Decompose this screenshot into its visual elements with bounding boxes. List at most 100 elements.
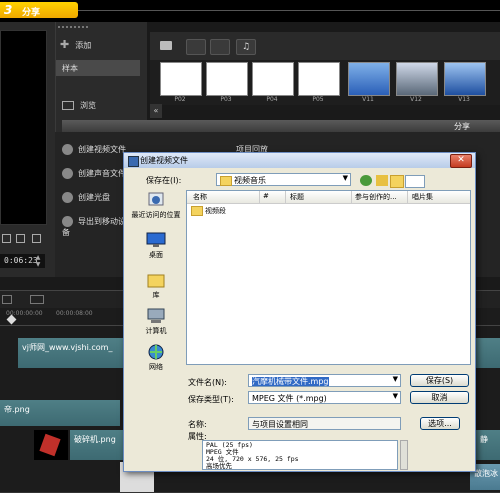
create-video-file-option[interactable]: 创建视频文件 xyxy=(62,144,132,158)
filetype-value: MPEG 文件 (*.mpg) xyxy=(252,394,327,403)
grip-handle[interactable] xyxy=(58,26,88,30)
collapse-button[interactable]: « xyxy=(150,104,162,118)
thumbnail-caption: P03 xyxy=(220,96,232,103)
desktop-icon xyxy=(146,232,166,247)
list-item-label: 视频段 xyxy=(205,207,226,215)
thumbnail-caption: P04 xyxy=(266,96,278,103)
overlay-clip[interactable]: 帝.png xyxy=(0,400,120,426)
share-header-label: 分享 xyxy=(454,122,470,131)
option-label: 创建光盘 xyxy=(78,193,110,202)
column-name[interactable]: 名称 xyxy=(193,192,207,202)
column-number[interactable]: # xyxy=(263,192,269,200)
chevron-down-icon: ▼ xyxy=(392,375,398,383)
column-title[interactable]: 标题 xyxy=(290,192,304,202)
right-clip[interactable]: 静 xyxy=(476,430,500,460)
folder-icon[interactable] xyxy=(160,41,172,50)
back-icon[interactable] xyxy=(360,175,372,186)
column-divider xyxy=(407,191,408,203)
media-toolbar: ♫ xyxy=(150,32,500,60)
fullscreen-icon[interactable] xyxy=(2,234,11,243)
column-divider xyxy=(285,191,286,203)
place-label: 桌面 xyxy=(149,251,163,259)
thumbnail[interactable] xyxy=(206,62,248,96)
column-album[interactable]: 唱片集 xyxy=(412,192,433,202)
name-label: 名称: xyxy=(188,420,207,429)
dialog-titlebar[interactable]: 创建视频文件 ✕ xyxy=(124,153,475,168)
divider xyxy=(78,10,500,11)
place-computer[interactable]: 计算机 xyxy=(130,308,182,336)
browse-icon xyxy=(62,101,74,110)
thumbnail-caption: P05 xyxy=(312,96,324,103)
cancel-button[interactable]: 取消 xyxy=(410,391,469,404)
props-scrollbar[interactable] xyxy=(400,440,408,470)
browse-button[interactable]: 浏览 xyxy=(62,100,142,114)
chevron-down-icon: ▼ xyxy=(392,392,398,400)
preview-screen[interactable] xyxy=(0,30,47,225)
computer-icon xyxy=(147,308,165,323)
file-list[interactable]: 名称 # 标题 参与创作的... 唱片集 视频段 xyxy=(186,190,471,365)
export-mobile-option[interactable]: 导出到移动设备 xyxy=(62,216,132,237)
list-item[interactable]: 视频段 xyxy=(191,206,226,216)
clip-thumbnail xyxy=(34,430,68,460)
storyboard-icon[interactable] xyxy=(2,295,12,304)
options-button[interactable]: 选项... xyxy=(420,417,460,430)
mobile-icon xyxy=(62,216,73,227)
enlarge-icon[interactable] xyxy=(16,234,25,243)
view-menu-icon[interactable] xyxy=(405,175,425,188)
thumbnail[interactable] xyxy=(396,62,438,96)
thumbnail[interactable] xyxy=(444,62,486,96)
app-icon xyxy=(128,156,139,167)
new-folder-icon[interactable] xyxy=(390,175,404,188)
places-bar: 最近访问的位置 桌面 库 计算机 网络 xyxy=(130,188,182,383)
place-label: 网络 xyxy=(149,363,163,371)
add-button[interactable]: ✚ 添加 xyxy=(60,38,145,52)
step-share-tab[interactable]: 3 分享 xyxy=(0,2,78,18)
filename-value: 汽摩机械带文件.mpg xyxy=(252,377,329,386)
thumbnail-caption: V11 xyxy=(362,96,374,103)
option-label: 创建声音文件 xyxy=(78,169,126,178)
sample-item[interactable]: 样本 xyxy=(56,60,140,76)
add-label: 添加 xyxy=(75,41,92,50)
create-audio-file-option[interactable]: 创建声音文件 xyxy=(62,168,132,182)
thumbnail[interactable] xyxy=(252,62,294,96)
create-disc-option[interactable]: 创建光盘 xyxy=(62,192,132,206)
photo-filter-icon[interactable] xyxy=(210,39,230,55)
filetype-dropdown[interactable]: MPEG 文件 (*.mpg) ▼ xyxy=(248,391,401,404)
filename-label: 文件名(N): xyxy=(188,378,227,387)
video-filter-icon[interactable] xyxy=(186,39,206,55)
close-button[interactable]: ✕ xyxy=(450,154,472,168)
timecode-spinner[interactable]: ▲ ▼ xyxy=(34,254,42,268)
logo-icon xyxy=(39,433,61,457)
up-folder-icon[interactable] xyxy=(376,175,388,186)
name-field: 与项目设置相同 xyxy=(248,417,401,430)
browse-label: 浏览 xyxy=(80,101,96,110)
timeline-view-icon[interactable] xyxy=(30,295,44,304)
file-list-header: 名称 # 标题 参与创作的... 唱片集 xyxy=(187,191,470,204)
thumbnail-caption: P02 xyxy=(174,96,186,103)
plus-icon: ✚ xyxy=(60,38,70,51)
network-icon xyxy=(148,344,164,360)
place-label: 库 xyxy=(152,291,160,299)
step-label: 分享 xyxy=(22,8,41,18)
place-network[interactable]: 网络 xyxy=(130,344,182,372)
recent-icon xyxy=(148,192,164,206)
place-recent[interactable]: 最近访问的位置 xyxy=(130,192,182,220)
copy-icon[interactable] xyxy=(32,234,41,243)
thumbnail-caption: V12 xyxy=(410,96,422,103)
save-in-value: 视频音乐 xyxy=(234,176,266,185)
save-in-label: 保存在(I): xyxy=(146,176,182,185)
column-artist[interactable]: 参与创作的... xyxy=(355,192,397,202)
place-desktop[interactable]: 桌面 xyxy=(130,232,182,260)
save-dialog: 创建视频文件 ✕ 保存在(I): 视频音乐 ▼ 最近访问的位置 桌面 库 计算机… xyxy=(123,152,476,472)
filename-input[interactable]: 汽摩机械带文件.mpg ▼ xyxy=(248,374,401,387)
save-button[interactable]: 保存(S) xyxy=(410,374,469,387)
step-number: 3 xyxy=(4,3,13,17)
save-in-dropdown[interactable]: 视频音乐 ▼ xyxy=(216,173,351,186)
thumbnail[interactable] xyxy=(160,62,202,96)
audio-filter-icon[interactable]: ♫ xyxy=(236,39,256,55)
ruler-label: 00:00:08:00 xyxy=(56,310,93,317)
place-label: 计算机 xyxy=(145,327,167,335)
place-library[interactable]: 库 xyxy=(130,272,182,300)
thumbnail[interactable] xyxy=(348,62,390,96)
thumbnail[interactable] xyxy=(298,62,340,96)
